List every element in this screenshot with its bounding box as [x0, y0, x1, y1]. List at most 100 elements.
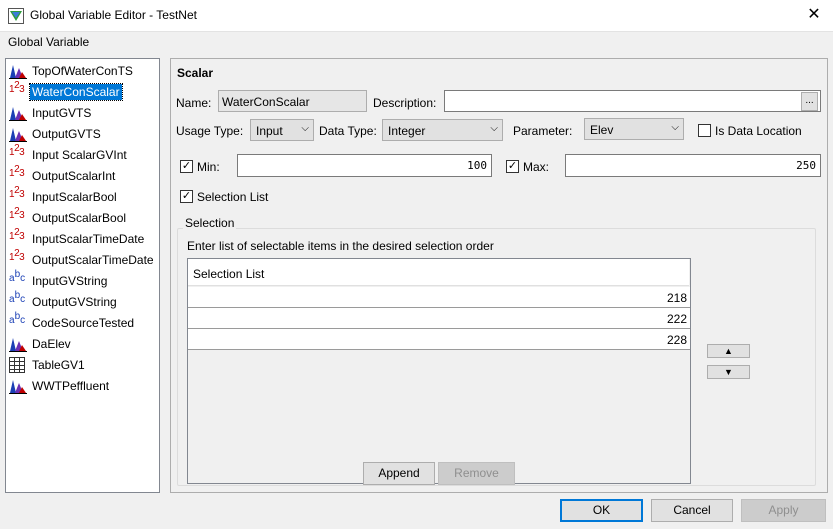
tree-item[interactable]: OutputGVTS: [7, 124, 159, 143]
tree-item[interactable]: abc CodeSourceTested: [7, 311, 159, 332]
data-type-label: Data Type:: [319, 124, 377, 138]
tree-item-label: Input ScalarGVInt: [32, 148, 127, 162]
tree-item[interactable]: 123 OutputScalarBool: [7, 206, 159, 227]
max-label: Max:: [523, 160, 550, 174]
max-field[interactable]: 250: [565, 154, 821, 177]
numeric-icon: 123: [9, 185, 25, 200]
timeseries-icon: [9, 126, 28, 142]
tree-item[interactable]: 123 OutputScalarTimeDate: [7, 248, 159, 269]
name-field: WaterConScalar: [218, 90, 367, 112]
tree-item-label: OutputGVTS: [32, 127, 101, 141]
tree-item-label: InputScalarBool: [32, 190, 117, 204]
numeric-icon: 123: [9, 227, 25, 242]
description-label: Description:: [373, 96, 437, 110]
apply-button[interactable]: Apply: [741, 499, 826, 522]
max-checkbox[interactable]: ✓: [506, 160, 519, 173]
usage-type-dropdown[interactable]: Input ⌵: [250, 119, 314, 141]
grid-cell: 222: [666, 312, 687, 326]
move-down-button[interactable]: ▼: [707, 365, 750, 379]
tree-item-label: InputGVTS: [32, 106, 92, 120]
tree-item[interactable]: abc OutputGVString: [7, 290, 159, 311]
table-icon: [9, 357, 28, 373]
tree-item[interactable]: 123 WaterConScalar: [7, 80, 159, 101]
max-value: 250: [796, 159, 816, 172]
numeric-icon: 123: [9, 164, 25, 179]
arrow-up-icon: ▲: [724, 346, 733, 356]
arrow-down-icon: ▼: [724, 367, 733, 377]
timeseries-icon: [9, 336, 28, 352]
tree-item-label: OutputGVString: [32, 295, 117, 309]
min-checkbox[interactable]: ✓: [180, 160, 193, 173]
table-row[interactable]: 228: [188, 329, 690, 350]
is-data-location-checkbox[interactable]: [698, 124, 711, 137]
tree-item-label: WaterConScalar: [29, 83, 123, 101]
tree-item-label: TableGV1: [32, 358, 85, 372]
description-browse-button[interactable]: ...: [801, 92, 818, 111]
is-data-location-label: Is Data Location: [715, 124, 802, 138]
chevron-down-icon: ⌵: [671, 122, 679, 133]
min-value: 100: [467, 159, 487, 172]
tree-item[interactable]: TopOfWaterConTS: [7, 61, 159, 80]
tree-item[interactable]: abc InputGVString: [7, 269, 159, 290]
tree-item[interactable]: 123 Input ScalarGVInt: [7, 143, 159, 164]
tree-item-label: TopOfWaterConTS: [32, 64, 133, 78]
min-label: Min:: [197, 160, 220, 174]
data-type-value: Integer: [388, 124, 426, 138]
string-icon: abc: [9, 290, 26, 305]
parameter-value: Elev: [590, 123, 614, 137]
numeric-icon: 123: [9, 248, 25, 263]
tree-item-label: WWTPeffluent: [32, 379, 110, 393]
selection-instructions: Enter list of selectable items in the de…: [187, 239, 494, 253]
tree-item-label: OutputScalarBool: [32, 211, 127, 225]
description-field[interactable]: [444, 90, 821, 112]
window-title: Global Variable Editor - TestNet: [30, 8, 197, 22]
tree-item[interactable]: TableGV1: [7, 355, 159, 374]
chevron-down-icon: ⌵: [490, 123, 498, 134]
selection-list-checkbox[interactable]: ✓: [180, 190, 193, 203]
usage-type-value: Input: [256, 124, 283, 138]
app-icon: [8, 8, 24, 24]
string-icon: abc: [9, 269, 26, 284]
numeric-icon: 123: [9, 80, 25, 95]
timeseries-icon: [9, 105, 28, 121]
grid-cell: 228: [666, 333, 687, 347]
numeric-icon: 123: [9, 206, 25, 221]
tree-item[interactable]: 123 OutputScalarInt: [7, 164, 159, 185]
string-icon: abc: [9, 311, 26, 326]
table-row[interactable]: 222: [188, 308, 690, 329]
selection-list-label: Selection List: [197, 190, 269, 204]
tree-item[interactable]: 123 InputScalarBool: [7, 185, 159, 206]
move-up-button[interactable]: ▲: [707, 344, 750, 358]
tree-item-label: InputGVString: [32, 274, 108, 288]
menu-global-variable[interactable]: Global Variable: [8, 35, 89, 49]
parameter-dropdown[interactable]: Elev ⌵: [584, 118, 684, 140]
timeseries-icon: [9, 63, 28, 79]
data-type-dropdown[interactable]: Integer ⌵: [382, 119, 503, 141]
parameter-label: Parameter:: [513, 124, 573, 138]
selection-grid[interactable]: Selection List 218 222 228: [187, 258, 691, 484]
min-field[interactable]: 100: [237, 154, 492, 177]
table-row[interactable]: 218: [188, 287, 690, 308]
selection-group-title: Selection: [183, 216, 237, 230]
tree-item[interactable]: InputGVTS: [7, 103, 159, 122]
tree-item-label: CodeSourceTested: [32, 316, 135, 330]
tree-item[interactable]: WWTPeffluent: [7, 376, 159, 395]
name-value: WaterConScalar: [222, 95, 310, 109]
remove-button[interactable]: Remove: [438, 462, 515, 485]
ok-button[interactable]: OK: [560, 499, 643, 522]
variable-tree[interactable]: TopOfWaterConTS 123 WaterConScalar InputGVT…: [5, 58, 160, 493]
grid-column-header: Selection List: [193, 267, 265, 281]
name-label: Name:: [176, 96, 212, 110]
grid-cell: 218: [666, 291, 687, 305]
tree-item[interactable]: DaElev: [7, 334, 159, 353]
tree-item-label: OutputScalarInt: [32, 169, 116, 183]
chevron-down-icon: ⌵: [301, 123, 309, 134]
cancel-button[interactable]: Cancel: [651, 499, 733, 522]
section-title: Scalar: [177, 66, 214, 80]
tree-item-label: OutputScalarTimeDate: [32, 253, 154, 267]
tree-item[interactable]: 123 InputScalarTimeDate: [7, 227, 159, 248]
timeseries-icon: [9, 378, 28, 394]
append-button[interactable]: Append: [363, 462, 435, 485]
close-icon[interactable]: ✕: [801, 2, 827, 28]
numeric-icon: 123: [9, 143, 25, 158]
